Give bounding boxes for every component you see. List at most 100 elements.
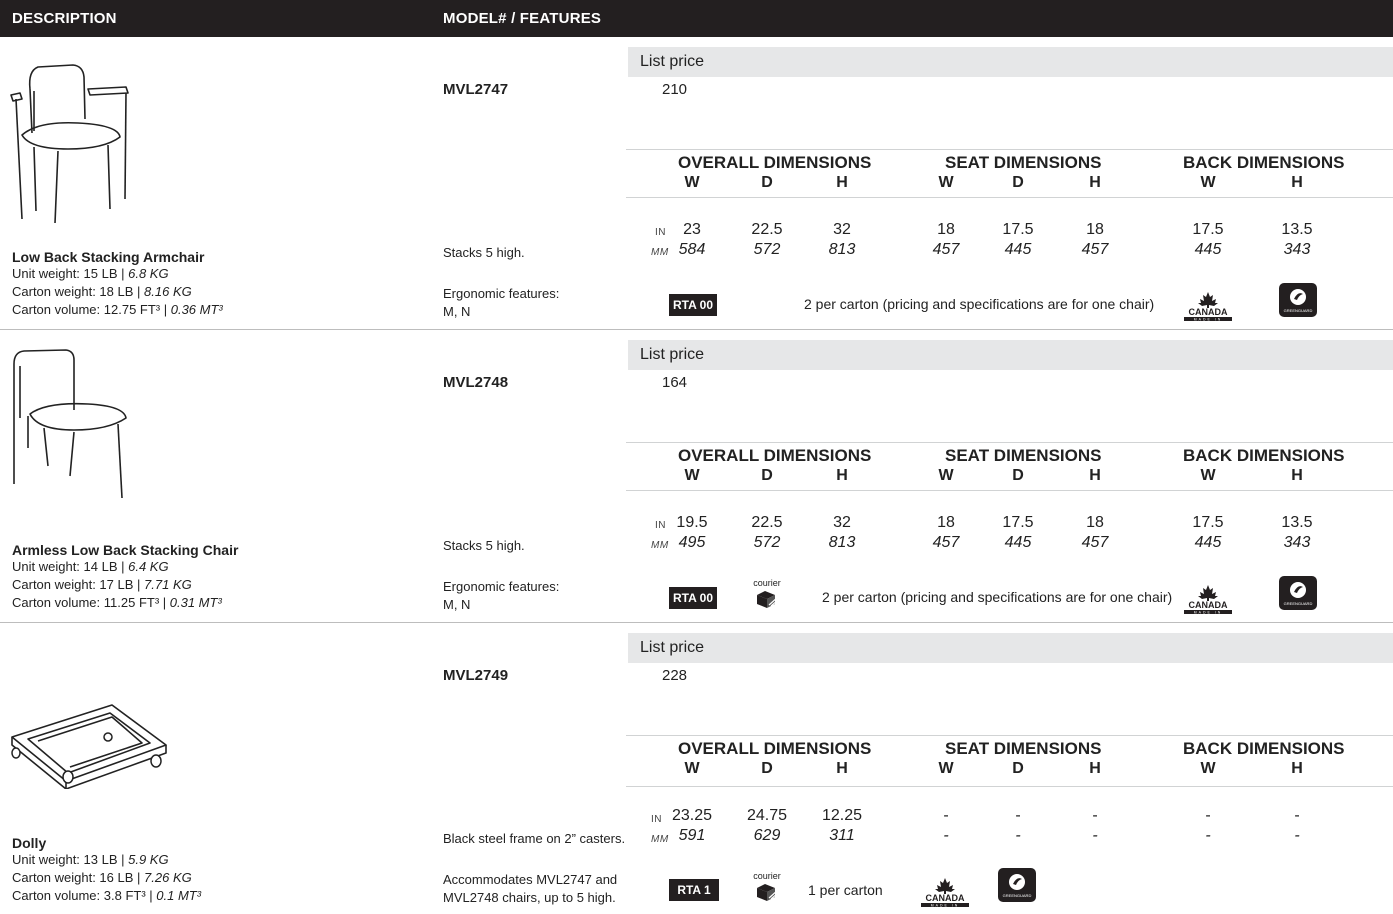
list-price-value: 210 (662, 81, 688, 98)
dim-value-mm: 813 (828, 534, 856, 551)
dim-value-mm: 343 (1283, 241, 1311, 258)
seat-dimensions-heading: SEAT DIMENSIONS (945, 153, 1102, 172)
feature-note: Black steel frame on 2” casters. (443, 831, 626, 846)
unit-weight: Unit weight: 13 LB | 5.9 KG (12, 852, 169, 867)
dim-value-mm: 495 (678, 534, 706, 551)
canada-maple-leaf-icon: CANADA MADE IN (921, 878, 969, 908)
dim-value-mm: - (1015, 827, 1021, 844)
svg-text:CANADA: CANADA (1189, 600, 1228, 610)
overall-dimensions-heading: OVERALL DIMENSIONS (678, 739, 872, 758)
col-h: H (836, 760, 848, 777)
dim-value-mm: 445 (1004, 534, 1032, 551)
model-number: MVL2748 (443, 374, 509, 391)
col-w: W (938, 760, 954, 777)
svg-text:GREENGUARD: GREENGUARD (1003, 893, 1032, 898)
product-row: List price MVL2749 228 OVERALL DIMENSION… (0, 623, 1393, 914)
dim-value-in: 13.5 (1281, 514, 1313, 531)
dim-value-in: 22.5 (751, 514, 783, 531)
dim-value-in: 17.5 (1192, 221, 1224, 238)
col-d: D (761, 467, 773, 484)
dim-value-in: 22.5 (751, 221, 783, 238)
model-number: MVL2747 (443, 81, 509, 98)
col-w: W (1200, 760, 1216, 777)
carton-weight: Carton weight: 18 LB | 8.16 KG (12, 284, 192, 299)
dim-value-in: 24.75 (746, 807, 788, 824)
col-w: W (938, 467, 954, 484)
carton-info: 2 per carton (pricing and specifications… (822, 589, 1173, 605)
dim-value-in: 17.5 (1192, 514, 1224, 531)
armchair-image (10, 64, 129, 224)
dolly-image (11, 704, 167, 789)
back-dimensions-heading: BACK DIMENSIONS (1183, 446, 1345, 465)
dim-value-mm: 311 (829, 827, 855, 844)
carton-info: 1 per carton (808, 882, 883, 898)
dim-value-in: 19.5 (676, 514, 708, 531)
col-h: H (1089, 174, 1101, 191)
col-h: H (1291, 760, 1303, 777)
product-row: List price MVL2747 210 OVERALL DIMENSION… (0, 37, 1393, 330)
col-w: W (1200, 174, 1216, 191)
courier-icon: courier (747, 871, 787, 905)
dim-value-in: - (1205, 807, 1211, 824)
dim-value-mm: 457 (1081, 241, 1109, 258)
svg-text:GREENGUARD: GREENGUARD (1284, 308, 1313, 313)
dim-value-mm: 572 (753, 241, 781, 258)
list-price-label: List price (640, 53, 705, 70)
greenguard-icon: GREENGUARD (1279, 576, 1317, 610)
product-row: List price MVL2748 164 OVERALL DIMENSION… (0, 330, 1393, 623)
dim-value-in: 18 (937, 514, 955, 531)
carton-volume: Carton volume: 3.8 FT³ | 0.1 MT³ (12, 888, 202, 903)
model-number: MVL2749 (443, 667, 509, 684)
overall-dimensions-heading: OVERALL DIMENSIONS (678, 446, 872, 465)
col-w: W (938, 174, 954, 191)
rta-badge: RTA 00 (669, 587, 717, 609)
dim-value-mm: - (943, 827, 949, 844)
col-d: D (1012, 760, 1024, 777)
header-description: DESCRIPTION (12, 10, 117, 27)
dim-value-mm: 629 (753, 827, 781, 844)
dim-value-mm: 445 (1004, 241, 1032, 258)
dim-value-in: 32 (833, 514, 851, 531)
seat-dimensions-heading: SEAT DIMENSIONS (945, 446, 1102, 465)
feature-note: Stacks 5 high. (443, 245, 525, 260)
canada-maple-leaf-icon: CANADA MADE IN (1184, 585, 1232, 615)
dim-value-in: 18 (1086, 221, 1104, 238)
dim-value-in: 17.5 (1002, 221, 1034, 238)
feature-note: M, N (443, 597, 471, 612)
rta-badge: RTA 00 (669, 294, 717, 316)
col-d: D (761, 174, 773, 191)
canada-maple-leaf-icon: CANADA MADE IN (1184, 292, 1232, 322)
courier-icon: courier (747, 578, 787, 612)
greenguard-icon: GREENGUARD (1279, 283, 1317, 317)
dim-value-mm: 572 (753, 534, 781, 551)
back-dimensions-heading: BACK DIMENSIONS (1183, 153, 1345, 172)
dim-value-in: 18 (1086, 514, 1104, 531)
list-price-bar: List price (628, 340, 1393, 370)
list-price-bar: List price (628, 47, 1393, 77)
col-w: W (684, 174, 700, 191)
carton-volume: Carton volume: 12.75 FT³ | 0.36 MT³ (12, 302, 223, 317)
seat-dimensions-heading: SEAT DIMENSIONS (945, 739, 1102, 758)
feature-note: Ergonomic features: (443, 286, 560, 301)
col-h: H (1089, 760, 1101, 777)
unit-weight: Unit weight: 15 LB | 6.8 KG (12, 266, 169, 281)
svg-text:MADE IN: MADE IN (931, 904, 960, 908)
col-w: W (684, 760, 700, 777)
carton-info: 2 per carton (pricing and specifications… (804, 296, 1155, 312)
col-h: H (1291, 174, 1303, 191)
svg-text:MADE IN: MADE IN (1194, 611, 1223, 615)
col-d: D (1012, 467, 1024, 484)
dim-value-mm: 343 (1283, 534, 1311, 551)
carton-weight: Carton weight: 17 LB | 7.71 KG (12, 577, 192, 592)
table-header: DESCRIPTION MODEL# / FEATURES (0, 0, 1393, 37)
dim-value-in: 18 (937, 221, 955, 238)
feature-note: MVL2748 chairs, up to 5 high. (443, 890, 616, 905)
carton-weight: Carton weight: 16 LB | 7.26 KG (12, 870, 192, 885)
dim-value-mm: 445 (1194, 534, 1222, 551)
dim-value-in: 17.5 (1002, 514, 1034, 531)
col-h: H (1089, 467, 1101, 484)
dim-value-in: 32 (833, 221, 851, 238)
dim-value-mm: 813 (828, 241, 856, 258)
dim-value-in: 13.5 (1281, 221, 1313, 238)
armless-chair-image (13, 349, 127, 499)
